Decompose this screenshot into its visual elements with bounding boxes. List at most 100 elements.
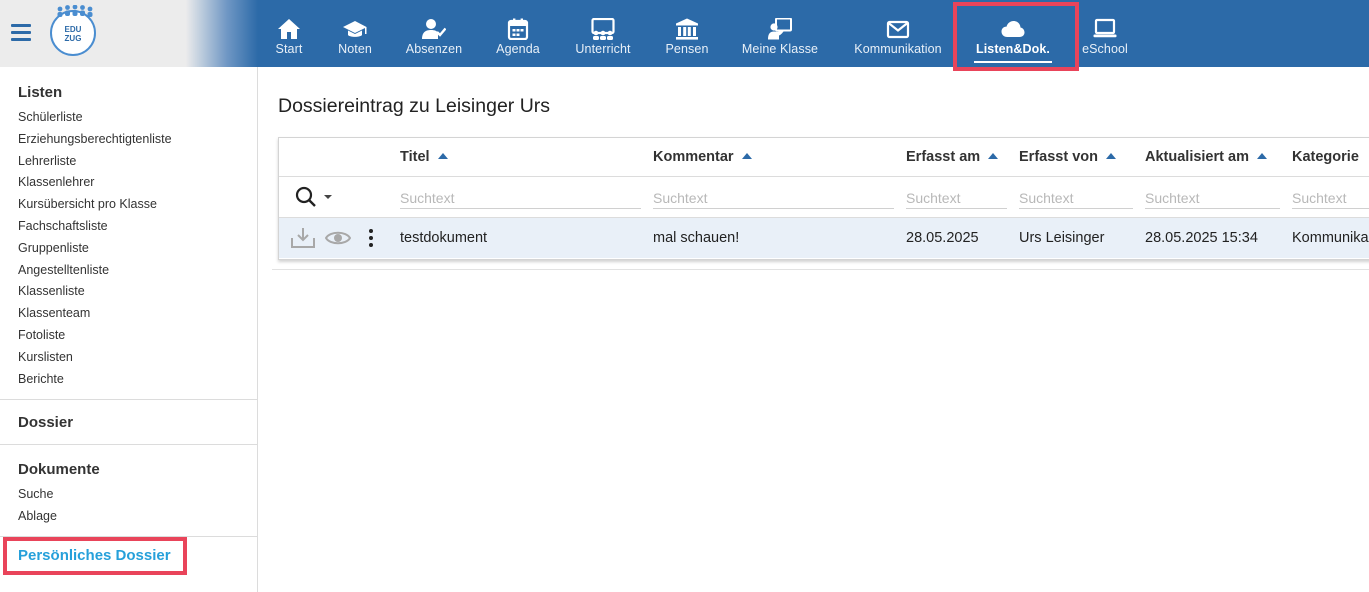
column-header-label: Kategorie (1292, 149, 1359, 165)
nav-label: eSchool (1082, 42, 1128, 56)
teacher-board-icon (768, 18, 792, 40)
nav-noten[interactable]: Noten (333, 0, 377, 67)
sidebar-item-gruppenliste[interactable]: Gruppenliste (18, 238, 257, 260)
column-header-label: Titel (400, 149, 430, 165)
nav-absenzen[interactable]: Absenzen (402, 0, 466, 67)
sidebar-heading-listen[interactable]: Listen (18, 84, 257, 101)
nav-start[interactable]: Start (268, 0, 310, 67)
nav-kommunikation[interactable]: Kommunikation (849, 0, 947, 67)
graduation-cap-icon (343, 21, 367, 37)
sidebar-item-fotoliste[interactable]: Fotoliste (18, 325, 257, 347)
hamburger-menu-icon[interactable] (11, 24, 31, 42)
column-header-kategorie[interactable]: Kategorie (1292, 138, 1359, 176)
edu-zug-logo[interactable]: EDU ZUG (50, 5, 96, 56)
sidebar-item-angestelltenliste[interactable]: Angestelltenliste (18, 260, 257, 282)
nav-listen-dok[interactable]: Listen&Dok. (974, 0, 1052, 67)
header-brand-area: EDU ZUG (0, 0, 258, 67)
column-header-label: Erfasst von (1019, 149, 1098, 165)
eye-icon[interactable] (324, 228, 352, 248)
sidebar-item-klassenteam[interactable]: Klassenteam (18, 303, 257, 325)
column-header-label: Erfasst am (906, 149, 981, 165)
header-separator (279, 176, 1369, 177)
cell-kommentar: mal schauen! (653, 230, 740, 246)
eye-icon-graphic (324, 231, 352, 245)
logo-text-line-1: EDU (64, 25, 82, 34)
content-divider (272, 269, 1369, 270)
logo-people-icon (57, 5, 93, 17)
nav-label: Listen&Dok. (975, 42, 1051, 56)
sort-ascending-icon (741, 153, 752, 159)
sidebar: Listen Schülerliste Erziehungsberechtigt… (0, 67, 258, 592)
table-row[interactable]: testdokument mal schauen! 28.05.2025 Urs… (279, 218, 1369, 258)
nav-label: Kommunikation (854, 42, 942, 56)
sidebar-item-berichte[interactable]: Berichte (18, 369, 257, 391)
nav-eschool[interactable]: eSchool (1081, 0, 1129, 67)
sidebar-item-suche[interactable]: Suche (18, 484, 257, 506)
more-vertical-icon-graphic (369, 229, 373, 247)
institution-icon (676, 18, 698, 40)
cell-kategorie: Kommunika (1292, 230, 1369, 246)
top-header: EDU ZUG Start Noten Absenzen Agenda Unte… (0, 0, 1369, 71)
sidebar-heading-dokumente[interactable]: Dokumente (18, 461, 257, 478)
home-icon (278, 19, 300, 39)
sidebar-heading-dossier[interactable]: Dossier (18, 414, 257, 431)
page-title: Dossiereintrag zu Leisinger Urs (278, 95, 551, 117)
sidebar-item-fachschaftsliste[interactable]: Fachschaftsliste (18, 216, 257, 238)
calendar-icon (507, 18, 529, 40)
sidebar-item-klassenlehrer[interactable]: Klassenlehrer (18, 172, 257, 194)
filter-input-aktualisiert-am[interactable] (1145, 188, 1280, 209)
sort-ascending-icon (1105, 153, 1116, 159)
sidebar-section-dossier: Dossier (0, 400, 257, 446)
sidebar-item-erziehungsberechtigtenliste[interactable]: Erziehungsberechtigtenliste (18, 129, 257, 151)
logo-text: EDU ZUG (52, 25, 94, 43)
sidebar-section-listen: Listen Schülerliste Erziehungsberechtigt… (0, 67, 257, 401)
sidebar-item-persoenliches-dossier[interactable]: Persönliches Dossier (18, 547, 171, 564)
nav-label: Meine Klasse (741, 42, 819, 56)
logo-text-line-2: ZUG (64, 34, 82, 43)
sidebar-item-kursuebersicht[interactable]: Kursübersicht pro Klasse (18, 194, 257, 216)
main-content: Dossiereintrag zu Leisinger Urs Titel Ko… (258, 67, 1369, 592)
search-icon (295, 186, 332, 207)
active-nav-underline (974, 61, 1052, 63)
sidebar-section-dokumente: Dokumente Suche Ablage (0, 445, 257, 537)
nav-label: Unterricht (575, 42, 631, 56)
envelope-icon (886, 20, 910, 39)
nav-label: Start (275, 42, 303, 56)
sidebar-item-ablage[interactable]: Ablage (18, 506, 257, 528)
filter-search-dropdown[interactable] (295, 186, 337, 208)
dossier-grid: Titel Kommentar Erfasst am Erfasst von A… (278, 137, 1369, 260)
column-header-kommentar[interactable]: Kommentar (653, 138, 752, 176)
sidebar-item-schuelerliste[interactable]: Schülerliste (18, 107, 257, 129)
filter-input-kategorie[interactable] (1292, 188, 1369, 209)
column-header-aktualisiert-am[interactable]: Aktualisiert am (1145, 138, 1267, 176)
column-header-titel[interactable]: Titel (400, 138, 448, 176)
sidebar-item-lehrerliste[interactable]: Lehrerliste (18, 151, 257, 173)
sort-ascending-icon (1256, 153, 1267, 159)
cell-erfasst-von: Urs Leisinger (1019, 230, 1105, 246)
classroom-icon (591, 18, 615, 40)
filter-input-kommentar[interactable] (653, 188, 894, 209)
download-icon-graphic (291, 228, 315, 248)
nav-unterricht[interactable]: Unterricht (571, 0, 635, 67)
cell-titel: testdokument (400, 230, 488, 246)
sidebar-item-kurslisten[interactable]: Kurslisten (18, 347, 257, 369)
nav-label: Noten (338, 42, 372, 56)
column-header-label: Aktualisiert am (1145, 149, 1249, 165)
more-vertical-icon[interactable] (367, 228, 375, 248)
filter-input-titel[interactable] (400, 188, 641, 209)
nav-label: Pensen (665, 42, 709, 56)
column-header-erfasst-von[interactable]: Erfasst von (1019, 138, 1116, 176)
filter-input-erfasst-am[interactable] (906, 188, 1007, 209)
nav-label: Absenzen (405, 42, 463, 56)
filter-input-erfasst-von[interactable] (1019, 188, 1133, 209)
sidebar-item-klassenliste[interactable]: Klassenliste (18, 281, 257, 303)
nav-label: Agenda (496, 42, 540, 56)
user-check-icon (422, 19, 446, 39)
nav-agenda[interactable]: Agenda (493, 0, 543, 67)
column-header-erfasst-am[interactable]: Erfasst am (906, 138, 999, 176)
nav-pensen[interactable]: Pensen (661, 0, 713, 67)
sort-ascending-icon (437, 153, 448, 159)
nav-meine-klasse[interactable]: Meine Klasse (738, 0, 822, 67)
download-icon[interactable] (290, 226, 316, 250)
laptop-icon (1093, 18, 1117, 38)
